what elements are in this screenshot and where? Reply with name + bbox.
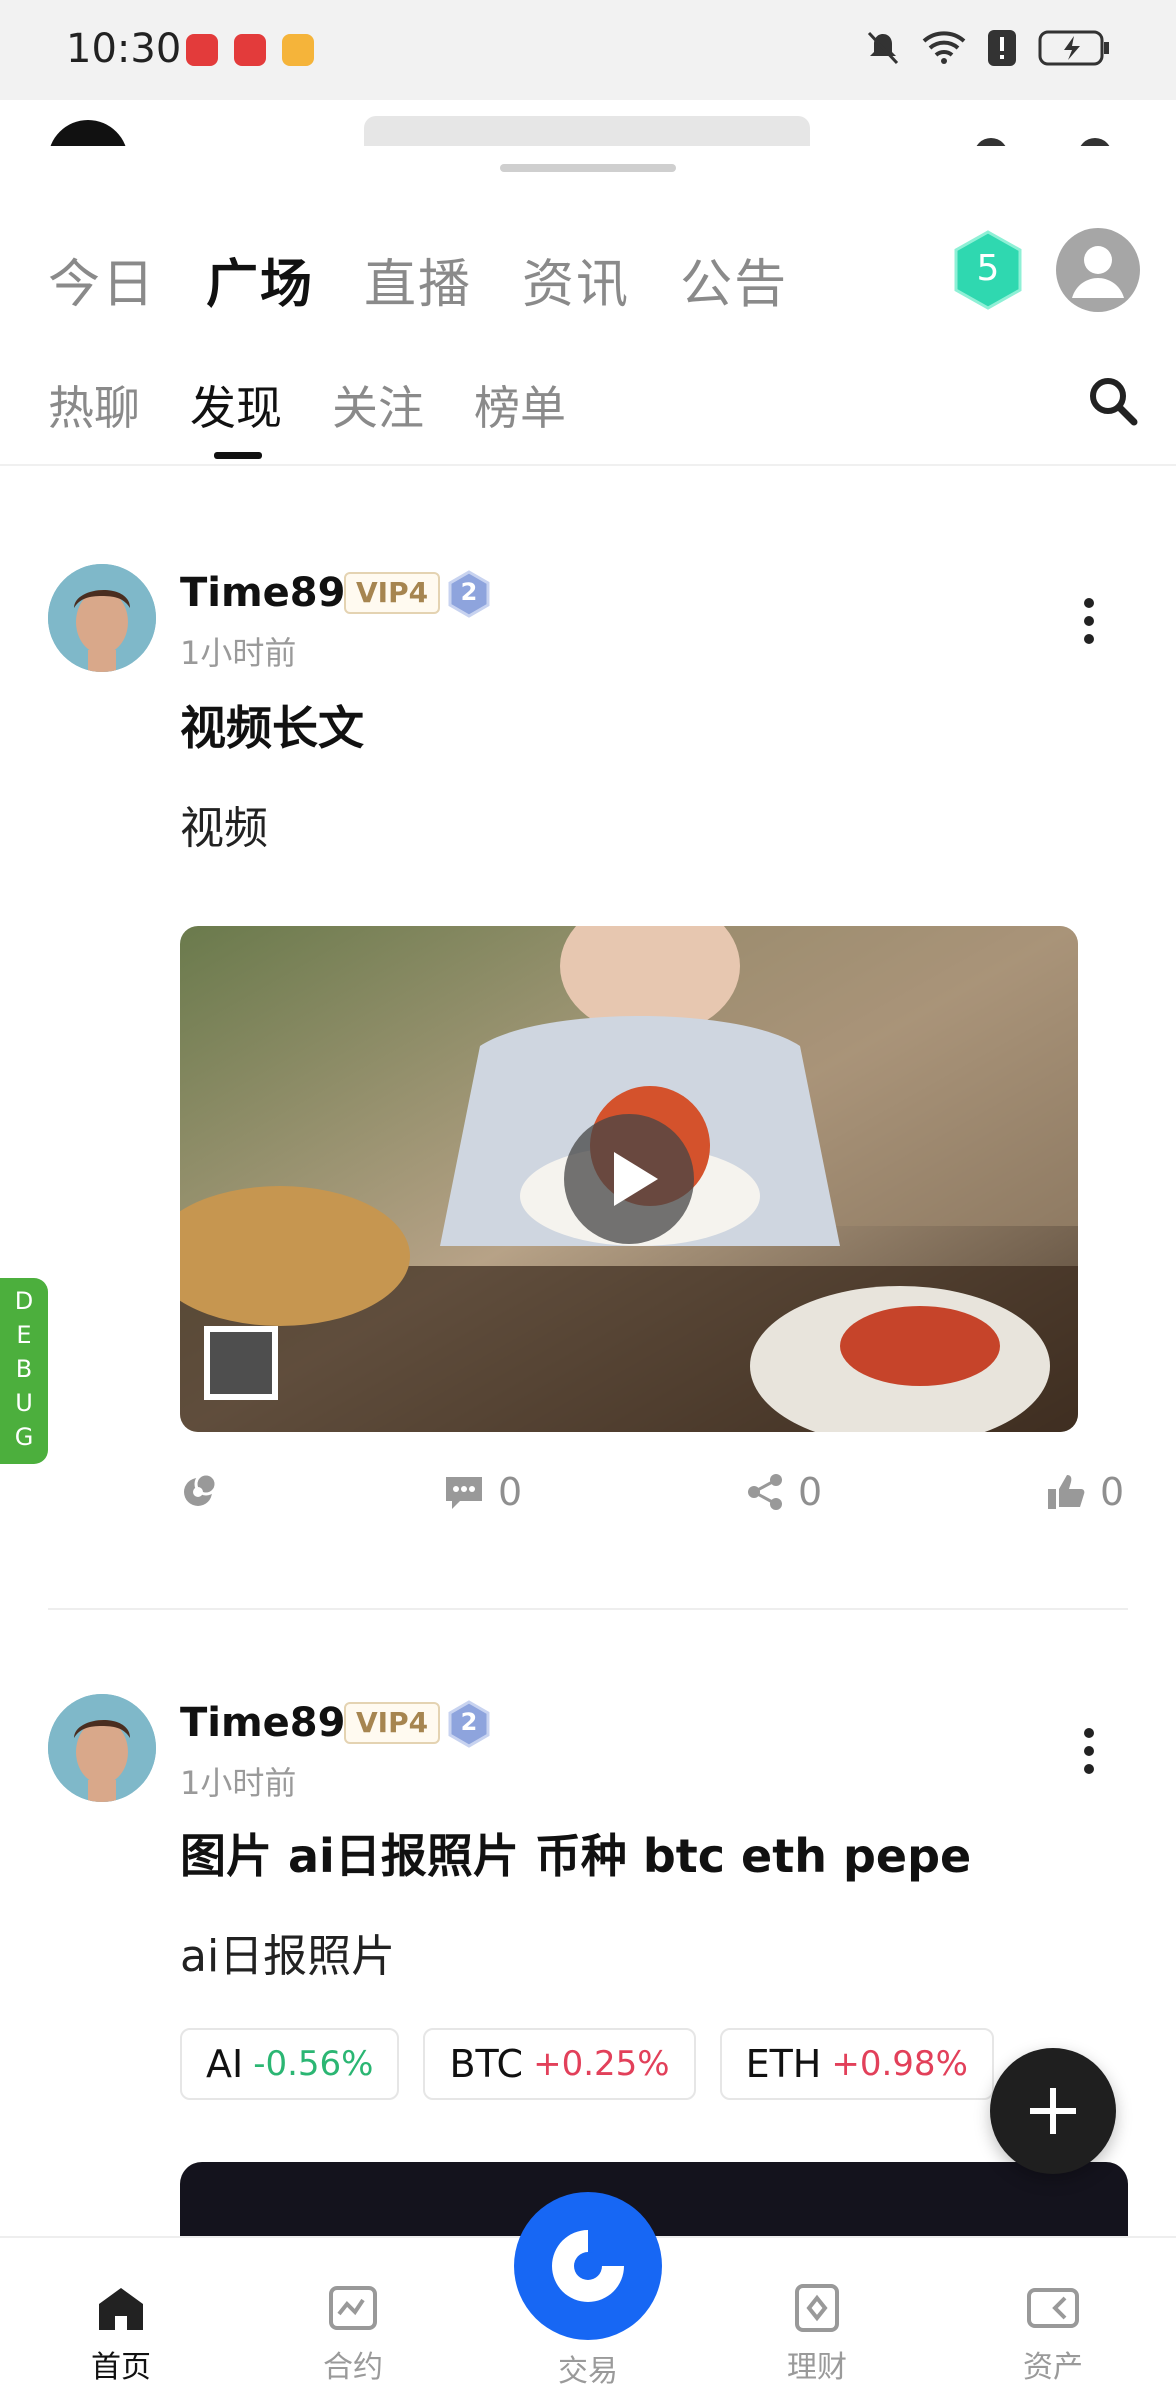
vip-badge: VIP4	[344, 1702, 441, 1744]
subtab-discover[interactable]: 发现	[190, 372, 282, 459]
coin-chip-ai[interactable]: AI -0.56%	[180, 2028, 400, 2100]
subtab-following[interactable]: 关注	[332, 372, 424, 438]
post-title[interactable]: 视频长文	[180, 692, 364, 758]
nav-trade-label: 交易	[558, 2354, 618, 2389]
nav-contract[interactable]: 合约	[278, 2284, 428, 2386]
post-card[interactable]: Time89 VIP4 2 1小时前 视频长文 视频 0 0 0	[0, 564, 1176, 1514]
sheet-handle[interactable]	[500, 164, 676, 172]
coin-change: -0.56%	[253, 2044, 374, 2084]
coin-change: +0.25%	[533, 2044, 670, 2084]
tab-news[interactable]: 资讯	[522, 242, 630, 317]
level-badge[interactable]: 5	[952, 230, 1024, 310]
plus-icon	[1030, 2088, 1076, 2134]
avatar-face-image	[48, 564, 156, 672]
like-button[interactable]: 0	[1046, 1470, 1124, 1514]
comment-icon	[446, 1477, 482, 1509]
coin-chip-btc[interactable]: BTC +0.25%	[423, 2028, 696, 2100]
post-body[interactable]: ai日报照片	[180, 1920, 395, 1984]
video-thumbnail[interactable]	[180, 926, 1078, 1432]
trade-logo-icon	[552, 2230, 624, 2302]
author-level-badge: 2	[446, 570, 492, 618]
post-title[interactable]: 图片 ai日报照片 币种 btc eth pepe	[180, 1820, 971, 1886]
divider	[0, 464, 1176, 466]
trade-button[interactable]	[514, 2192, 662, 2340]
share-button[interactable]: 0	[746, 1470, 822, 1514]
user-icon	[1072, 246, 1124, 298]
nav-finance[interactable]: 理财	[742, 2284, 892, 2386]
like-count: 0	[1100, 1470, 1125, 1514]
post-time: 1小时前	[180, 634, 297, 672]
finance-icon	[795, 2284, 839, 2332]
more-options-icon[interactable]	[1082, 1722, 1096, 1782]
avatar-face-image	[48, 1694, 156, 1802]
sub-tabs: 热聊 发现 关注 榜单	[48, 372, 566, 459]
contract-chart-icon	[329, 2286, 377, 2330]
wifi-icon	[922, 31, 966, 64]
user-avatar-button[interactable]	[1056, 228, 1140, 312]
author-level-number: 2	[460, 578, 478, 606]
tip-button[interactable]	[180, 1470, 220, 1510]
subtab-hot-chat[interactable]: 热聊	[48, 372, 140, 438]
more-options-icon[interactable]	[1082, 592, 1096, 652]
play-button[interactable]	[564, 1114, 694, 1244]
subtab-rankings[interactable]: 榜单	[474, 372, 566, 438]
tab-live[interactable]: 直播	[364, 242, 472, 317]
huawei-app-icon	[234, 34, 266, 66]
comment-count: 0	[498, 1470, 523, 1514]
comment-button[interactable]: 0	[444, 1470, 522, 1514]
nav-home-label: 首页	[91, 2350, 151, 2385]
nav-assets[interactable]: 资产	[978, 2284, 1128, 2386]
vip-badge: VIP4	[344, 572, 441, 614]
share-count: 0	[798, 1470, 823, 1514]
battery-charging-icon	[1038, 30, 1109, 66]
author-name[interactable]: Time89	[180, 1700, 345, 1746]
nav-home[interactable]: 首页	[46, 2284, 196, 2386]
tab-today[interactable]: 今日	[48, 242, 156, 317]
coin-icon	[184, 1472, 218, 1506]
nav-finance-label: 理财	[787, 2350, 847, 2385]
post-time: 1小时前	[180, 1764, 297, 1802]
alert-icon	[988, 30, 1016, 66]
coin-symbol: BTC	[449, 2042, 524, 2086]
coin-symbol: AI	[206, 2042, 244, 2086]
author-level-number: 2	[460, 1708, 478, 1736]
author-avatar[interactable]	[48, 564, 156, 672]
post-actions: 0 0 0	[180, 1470, 1130, 1530]
search-icon[interactable]	[1084, 372, 1140, 428]
main-tabs: 今日 广场 直播 资讯 公告	[48, 242, 788, 317]
nav-assets-label: 资产	[1023, 2350, 1083, 2385]
share-icon	[748, 1474, 782, 1510]
home-icon	[99, 2288, 143, 2330]
coin-chips: AI -0.56% BTC +0.25% ETH +0.98%	[180, 2028, 994, 2100]
debug-tab[interactable]: DEBUG	[0, 1278, 48, 1464]
level-number: 5	[976, 248, 1000, 289]
wallet-icon	[1027, 2288, 1079, 2328]
nav-contract-label: 合约	[323, 2350, 383, 2385]
tab-square[interactable]: 广场	[206, 242, 314, 317]
coin-chip-eth[interactable]: ETH +0.98%	[719, 2028, 994, 2100]
post-body[interactable]: 视频	[180, 792, 268, 856]
author-avatar[interactable]	[48, 1694, 156, 1802]
huawei-app-icon	[186, 34, 218, 66]
author-name[interactable]: Time89	[180, 570, 345, 616]
thumbs-up-icon	[1048, 1475, 1085, 1509]
status-time: 10:30	[66, 26, 182, 72]
coin-change: +0.98%	[831, 2044, 968, 2084]
status-bar: 10:30	[0, 0, 1176, 100]
tab-announcements[interactable]: 公告	[680, 242, 788, 317]
play-icon	[614, 1152, 658, 1206]
debug-label: DEBUG	[14, 1287, 34, 1451]
author-level-badge: 2	[446, 1700, 492, 1748]
post-divider	[48, 1608, 1128, 1610]
weibo-icon	[282, 34, 314, 66]
create-post-button[interactable]	[990, 2048, 1116, 2174]
bell-muted-icon	[867, 31, 899, 65]
coin-symbol: ETH	[745, 2042, 822, 2086]
